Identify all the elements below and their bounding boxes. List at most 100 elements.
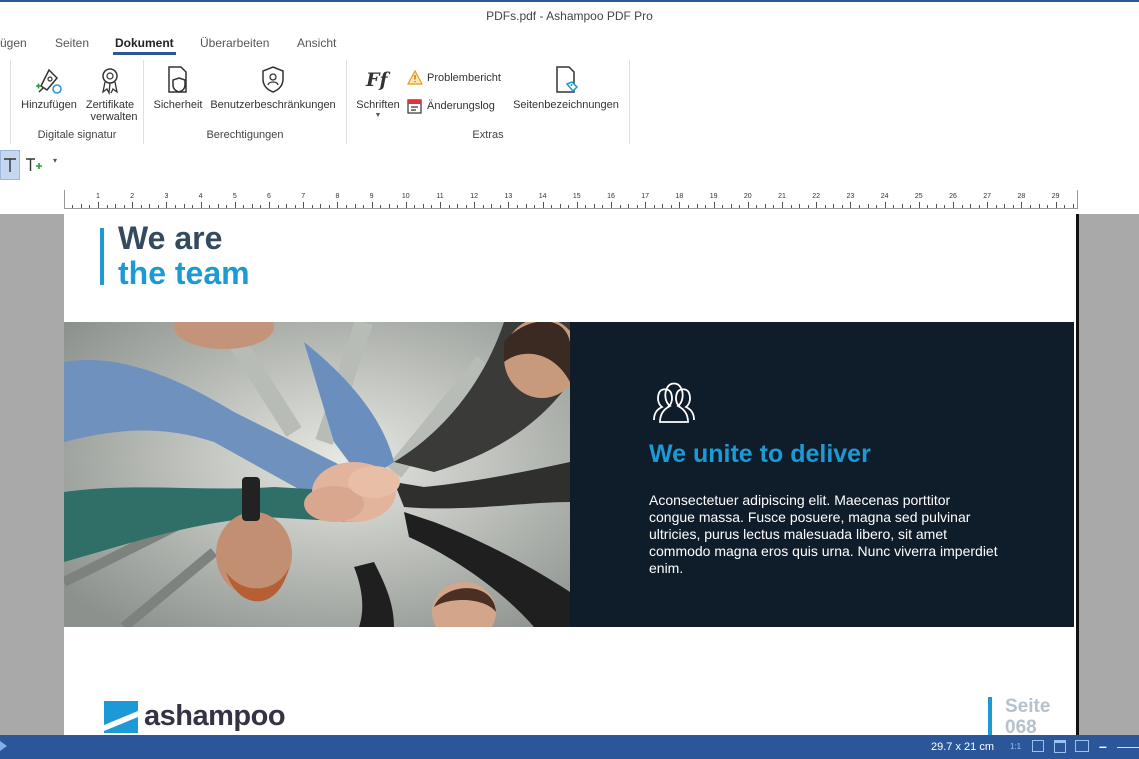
ruler-tick [183, 204, 185, 208]
page-labels-button[interactable]: Seitenbezeichnungen [508, 64, 624, 111]
ruler-tick [388, 204, 390, 208]
tab-seiten[interactable]: Seiten [55, 36, 89, 50]
warning-icon [407, 70, 423, 85]
ruler-number: 1 [96, 193, 100, 200]
ruler-area: 1 2 3 4 5 6 7 8 9 10 11 12 13 14 15 16 17 18 19 20 21 22 23 24 2… [0, 190, 1139, 215]
chevron-down-icon[interactable]: ▼ [352, 112, 404, 119]
change-log-icon [407, 99, 422, 114]
ruler-tick [525, 204, 527, 208]
ruler-tick [286, 204, 288, 208]
ruler-number: 9 [369, 193, 374, 200]
ruler-tick [1021, 202, 1023, 208]
ruler-number: 7 [301, 193, 306, 200]
ashampoo-logo-icon [104, 700, 138, 733]
ruler-tick [465, 205, 467, 208]
ruler-tick [858, 205, 860, 208]
ruler-tick [80, 204, 82, 208]
ruler-tick [1038, 204, 1040, 208]
change-log-button[interactable]: Änderungslog [407, 98, 495, 114]
ruler-tick [670, 205, 672, 208]
fit-width-icon[interactable] [1054, 740, 1066, 753]
add-signature-button[interactable]: Hinzufügen [18, 64, 80, 111]
ruler-tick [89, 205, 91, 208]
user-restrictions-button[interactable]: Benutzerbeschränkungen [205, 64, 341, 111]
ruler-tick [927, 205, 929, 208]
ruler-tick [516, 205, 518, 208]
add-text-button[interactable] [24, 155, 44, 175]
scroll-left-icon[interactable] [0, 741, 7, 751]
group-label-extras: Extras [472, 129, 504, 141]
ribbon: Hinzufügen Zertifikate verwalten Digital… [0, 56, 1139, 149]
ruler-tick [534, 205, 536, 208]
ruler-tick [593, 204, 595, 208]
tab-ueberarbeiten[interactable]: Überarbeiten [200, 36, 269, 50]
ruler-tick [542, 202, 544, 208]
ruler-tick [166, 202, 168, 208]
ruler-tick [482, 205, 484, 208]
text-tool-button[interactable] [0, 150, 20, 180]
manage-certificates-button[interactable]: Zertifikate verwalten [82, 64, 138, 123]
zoom-out-button[interactable]: – [1099, 738, 1107, 754]
ruler-tick [764, 204, 766, 208]
security-button[interactable]: Sicherheit [150, 64, 206, 111]
ruler-tick [696, 204, 698, 208]
team-people-icon [653, 382, 695, 423]
heading-line-1: We are [118, 220, 223, 256]
ruler-number: 8 [335, 193, 340, 200]
page-label-tag-icon [556, 66, 579, 93]
ruler-tick [499, 205, 501, 208]
ruler-tick [687, 205, 689, 208]
ruler-number: 6 [267, 193, 271, 200]
ruler-tick [935, 204, 937, 208]
ruler-tick [713, 202, 715, 208]
ruler-tick [1047, 205, 1049, 208]
ruler-tick [354, 204, 356, 208]
ruler-tick [123, 205, 125, 208]
ruler-number: 29 [1051, 193, 1060, 200]
ruler-tick [679, 202, 681, 208]
ashampoo-logo: ashampoo [104, 700, 286, 733]
ruler-tick [209, 205, 211, 208]
ruler-number: 13 [504, 193, 513, 200]
ruler-tick [414, 205, 416, 208]
group-label-digital-signature: Digitale signatur [37, 129, 117, 141]
ruler-tick [730, 204, 732, 208]
fit-page-icon[interactable] [1032, 740, 1044, 752]
ruler-tick [320, 204, 322, 208]
ruler-tick [833, 204, 835, 208]
panel-body-text: Aconsectetuer adipiscing elit. Maecenas … [649, 492, 998, 576]
group-separator [346, 60, 347, 144]
two-page-view-icon[interactable] [1075, 740, 1089, 752]
ruler-number: 14 [538, 193, 547, 200]
ruler-tick [260, 205, 262, 208]
ruler-tick [405, 202, 407, 208]
ruler-tick [978, 205, 980, 208]
title-bar: PDFs.pdf - Ashampoo PDF Pro [0, 0, 1139, 30]
ruler-number: 21 [778, 193, 786, 200]
ruler-tick [251, 204, 253, 208]
tab-ansicht[interactable]: Ansicht [297, 36, 336, 50]
ruler-number: 2 [130, 193, 135, 200]
zoom-actual-size-button[interactable]: 1:1 [1010, 742, 1021, 751]
tab-dokument[interactable]: Dokument [113, 36, 176, 55]
ruler-tick [491, 204, 493, 208]
tab-einfuegen[interactable]: ügen [0, 36, 27, 50]
ruler-tick [773, 205, 775, 208]
ruler-tick [363, 205, 365, 208]
ruler-tick [328, 205, 330, 208]
zoom-slider-track[interactable] [1117, 747, 1139, 748]
page-size-readout: 29.7 x 21 cm [931, 741, 994, 753]
ruler-tick [337, 202, 339, 208]
svg-text:Ff: Ff [365, 69, 390, 91]
ruler-number: 4 [198, 193, 203, 200]
page-number-value: 068 [1005, 717, 1037, 735]
ruler-tick [790, 205, 792, 208]
ruler-tick [884, 202, 886, 208]
problem-report-button[interactable]: Problembericht [407, 70, 501, 85]
document-workspace[interactable]: We are the team We unite to deliver Acon… [0, 214, 1139, 735]
customize-toolbar-icon[interactable]: ▾ [53, 156, 57, 165]
ruler-tick [995, 205, 997, 208]
group-separator [143, 60, 144, 144]
fonts-button[interactable]: Ff Schriften ▼ [352, 64, 404, 119]
ruler-tick [98, 202, 99, 208]
